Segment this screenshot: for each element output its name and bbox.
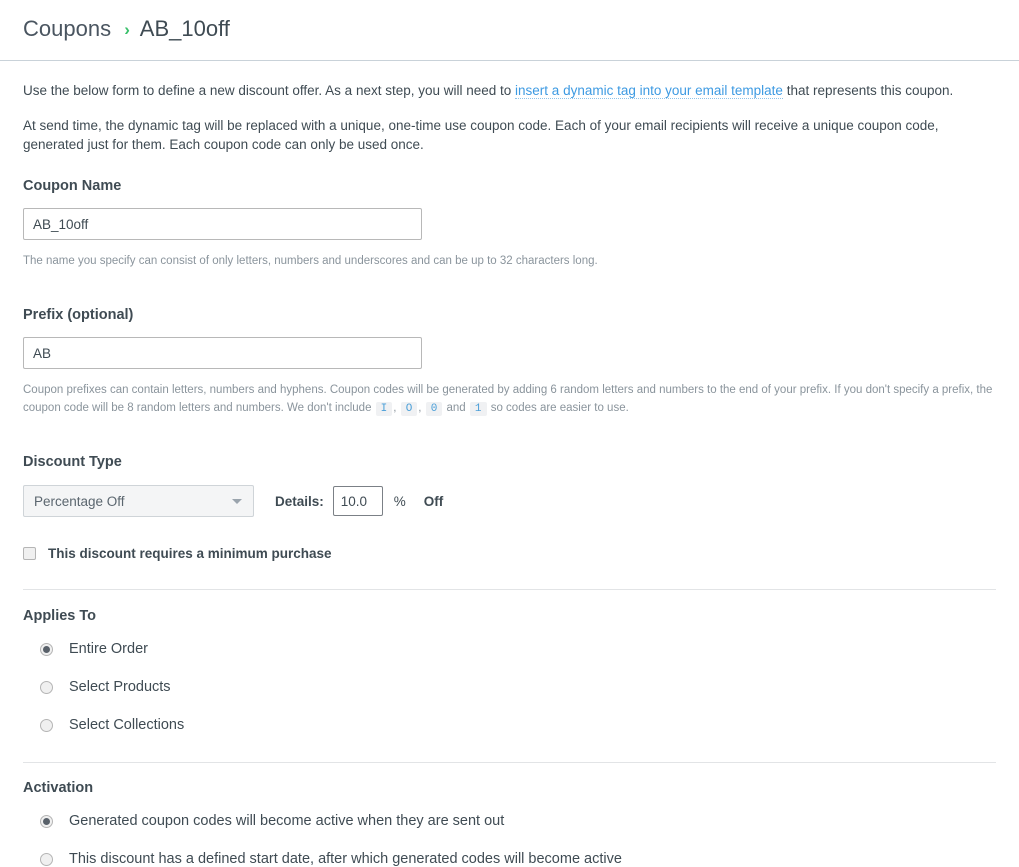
discount-type-row: Percentage Off Details: % Off [23,485,996,517]
chevron-right-icon: › [124,20,130,39]
prefix-input[interactable] [23,337,422,369]
intro-paragraph-2: At send time, the dynamic tag will be re… [23,118,939,152]
off-word-label: Off [423,493,444,509]
applies-to-option-select-collections[interactable]: Select Collections [23,717,996,733]
excluded-char-chip-o: O [400,402,418,416]
divider-activation [23,762,996,763]
applies-to-title: Applies To [23,608,97,624]
activation-option-on-send[interactable]: Generated coupon codes will become activ… [23,813,996,829]
details-label: Details: [275,493,324,509]
radio-entire-order[interactable] [40,642,53,656]
minimum-purchase-checkbox[interactable] [23,547,36,560]
breadcrumb: Coupons › AB_10off [23,12,1019,47]
dynamic-tag-link[interactable]: insert a dynamic tag into your email tem… [515,83,783,99]
coupon-name-helper: The name you specify can consist of only… [23,255,598,267]
coupon-name-input[interactable] [23,208,422,240]
discount-amount-input[interactable] [332,486,383,516]
applies-to-option-entire-order[interactable]: Entire Order [23,641,996,657]
minimum-purchase-label: This discount requires a minimum purchas… [48,546,332,561]
prefix-helper-sep-2: , [418,402,422,414]
intro-paragraph-1-before: Use the below form to define a new disco… [23,83,516,98]
discount-type-select[interactable]: Percentage Off [23,485,254,517]
excluded-char-chip-i: I [375,402,393,416]
activation-title: Activation [23,780,94,796]
radio-select-products[interactable] [40,680,53,694]
radio-activation-start-date[interactable] [40,852,53,866]
minimum-purchase-checkbox-row[interactable]: This discount requires a minimum purchas… [23,546,996,561]
page-header: Coupons › AB_10off [0,0,1019,61]
intro-paragraph-1-after: that represents this coupon. [782,83,954,98]
prefix-helper: Coupon prefixes can contain letters, num… [23,381,1007,418]
chevron-down-icon [232,499,242,504]
percent-symbol-label: % [393,493,406,509]
coupon-form: Use the below form to define a new disco… [0,61,1019,867]
applies-to-label-select-collections: Select Collections [69,717,185,733]
applies-to-label-entire-order: Entire Order [69,641,148,657]
activation-label-on-send: Generated coupon codes will become activ… [69,813,505,829]
coupon-name-title: Coupon Name [23,178,122,194]
applies-to-label-select-products: Select Products [69,679,171,695]
discount-type-selected-value: Percentage Off [34,493,125,509]
breadcrumb-current-page: AB_10off [139,16,230,41]
excluded-char-chip-zero: 0 [425,402,443,416]
breadcrumb-link-coupons[interactable]: Coupons [23,16,111,41]
activation-label-start-date: This discount has a defined start date, … [69,851,622,867]
prefix-helper-and: and [446,402,466,414]
intro-paragraph-1: Use the below form to define a new disco… [23,61,996,100]
applies-to-option-select-products[interactable]: Select Products [23,679,996,695]
radio-activation-on-send[interactable] [40,814,53,828]
radio-select-collections[interactable] [40,718,53,732]
activation-option-start-date[interactable]: This discount has a defined start date, … [23,851,996,867]
excluded-char-chip-one: 1 [469,402,487,416]
divider-applies-to [23,589,996,590]
prefix-title: Prefix (optional) [23,307,134,323]
prefix-helper-sep-1: , [393,402,397,414]
prefix-helper-text-2: so codes are easier to use. [490,402,629,414]
discount-type-title: Discount Type [23,454,122,470]
